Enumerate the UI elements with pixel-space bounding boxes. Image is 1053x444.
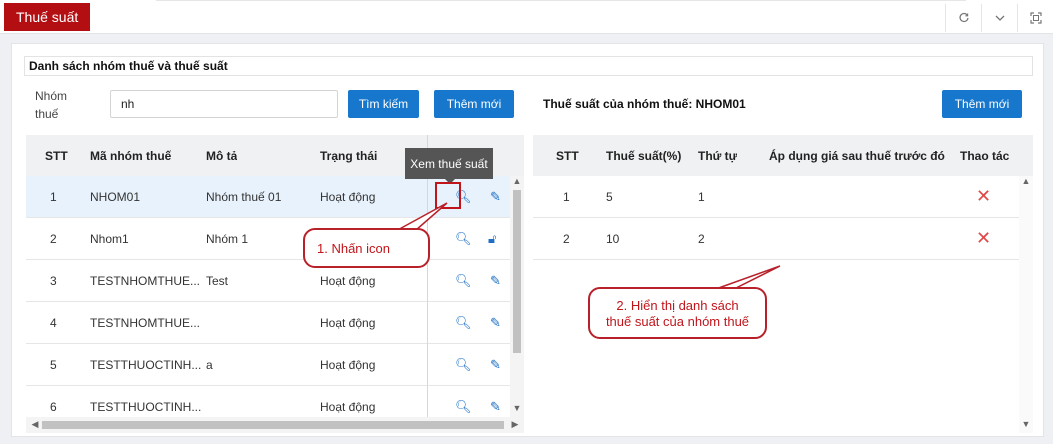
section-title: Danh sách nhóm thuế và thuế suất <box>24 56 1033 76</box>
row-rate: 5 <box>606 189 613 204</box>
tax-rate-table: STT Thuế suất(%) Thứ tự Áp dụng giá sau … <box>533 135 1033 433</box>
row-order: 2 <box>698 231 705 246</box>
table-row[interactable]: 2 Nhom1 Nhóm 1 🔍︎ 🔓︎ <box>26 218 510 260</box>
scroll-right-icon[interactable]: ▶ <box>508 419 522 430</box>
annotation-highlight-box <box>435 182 461 209</box>
view-tax-rate-search-icon[interactable]: 🔍︎ <box>455 302 472 343</box>
fullscreen-icon[interactable] <box>1017 4 1053 32</box>
delete-icon[interactable]: ✕ <box>976 176 991 217</box>
column-header-code: Mã nhóm thuế <box>90 148 172 163</box>
column-header-rate: Thuế suất(%) <box>606 148 682 163</box>
view-tax-rate-search-icon[interactable]: 🔍︎ <box>455 218 472 259</box>
row-stt: 4 <box>50 315 57 330</box>
scroll-up-icon[interactable]: ▲ <box>510 176 524 186</box>
edit-icon[interactable]: ✎ <box>490 344 501 385</box>
scroll-up-icon[interactable]: ▲ <box>1019 176 1033 186</box>
row-order: 1 <box>698 189 705 204</box>
scrollbar-thumb[interactable] <box>513 190 521 353</box>
delete-icon[interactable]: ✕ <box>976 218 991 259</box>
chevron-down-icon[interactable] <box>981 4 1017 32</box>
edit-icon[interactable]: ✎ <box>490 176 501 217</box>
column-header-stt: STT <box>556 148 579 163</box>
window-tools <box>945 4 1053 32</box>
row-stt: 2 <box>563 231 570 246</box>
row-stt: 2 <box>50 231 57 246</box>
row-code: TESTTHUOCTINH... <box>90 357 202 372</box>
filter-label: Nhóm thuế <box>35 89 68 121</box>
row-status: Hoạt động <box>320 357 376 372</box>
vertical-scrollbar[interactable]: ▲ ▼ <box>1019 176 1033 433</box>
add-tax-group-button[interactable]: Thêm mới <box>434 90 514 118</box>
annotation-step-1: 1. Nhấn icon <box>303 228 430 268</box>
vertical-scrollbar[interactable]: ▲ ▼ <box>510 176 524 417</box>
scroll-left-icon[interactable]: ◀ <box>28 419 42 430</box>
table-row[interactable]: 4 TESTNHOMTHUE... Hoạt động 🔍︎ ✎ <box>26 302 510 344</box>
tax-panel: Danh sách nhóm thuế và thuế suất Nhóm th… <box>11 43 1044 437</box>
column-header-stt: STT <box>45 148 68 163</box>
row-stt: 1 <box>563 189 570 204</box>
tab-bar-divider <box>156 0 966 3</box>
scroll-down-icon[interactable]: ▼ <box>510 403 524 413</box>
column-header-description: Mô tả <box>206 148 238 163</box>
scroll-down-icon[interactable]: ▼ <box>1019 419 1033 429</box>
column-header-actions: Thao tác <box>960 148 1010 163</box>
horizontal-scrollbar[interactable]: ◀ ▶ <box>26 417 524 433</box>
top-tab-bar: Thuế suất <box>0 0 1053 34</box>
annotation-step-2-line-1: 2. Hiển thị danh sách <box>616 298 739 313</box>
row-status: Hoạt động <box>320 315 376 330</box>
scrollbar-thumb[interactable] <box>42 421 504 429</box>
row-rate: 10 <box>606 231 620 246</box>
tax-rate-panel-title: Thuế suất của nhóm thuế: NHOM01 <box>543 97 746 111</box>
table-row[interactable]: 2 10 2 ✕ <box>533 218 1019 260</box>
row-stt: 1 <box>50 189 57 204</box>
tax-group-search-input[interactable] <box>110 90 338 118</box>
actions-column-divider <box>427 135 428 433</box>
edit-icon[interactable]: ✎ <box>490 260 501 301</box>
column-header-apply-previous-price: Áp dụng giá sau thuế trước đó <box>769 148 945 163</box>
table-row[interactable]: 1 5 1 ✕ <box>533 176 1019 218</box>
search-button[interactable]: Tìm kiếm <box>348 90 419 118</box>
row-code: Nhom1 <box>90 231 129 246</box>
table-header: STT Thuế suất(%) Thứ tự Áp dụng giá sau … <box>533 135 1033 176</box>
tooltip: Xem thuế suất <box>405 148 493 184</box>
table-row[interactable]: 3 TESTNHOMTHUE... Test Hoạt động 🔍︎ ✎ <box>26 260 510 302</box>
row-description: Nhóm thuế 01 <box>206 189 282 204</box>
table-row[interactable]: 5 TESTTHUOCTINH... a Hoạt động 🔍︎ ✎ <box>26 344 510 386</box>
view-tax-rate-search-icon[interactable]: 🔍︎ <box>455 260 472 301</box>
column-header-order: Thứ tự <box>698 148 738 163</box>
annotation-step-2-line-2: thuế suất của nhóm thuế <box>605 314 750 329</box>
tab-thue-suat[interactable]: Thuế suất <box>4 3 91 31</box>
view-tax-rate-search-icon[interactable]: 🔍︎ <box>455 344 472 385</box>
row-description: a <box>206 357 213 372</box>
edit-icon[interactable]: ✎ <box>490 302 501 343</box>
row-description: Test <box>206 273 229 288</box>
row-code: NHOM01 <box>90 189 141 204</box>
row-description: Nhóm 1 <box>206 231 249 246</box>
row-code: TESTNHOMTHUE... <box>90 315 200 330</box>
row-stt: 5 <box>50 357 57 372</box>
unlock-icon[interactable]: 🔓︎ <box>488 218 496 259</box>
column-header-status: Trạng thái <box>320 148 378 163</box>
row-status: Hoạt động <box>320 189 376 204</box>
refresh-icon[interactable] <box>945 4 981 32</box>
row-stt: 3 <box>50 273 57 288</box>
annotation-step-2: 2. Hiển thị danh sách thuế suất của nhóm… <box>588 287 767 339</box>
row-code: TESTNHOMTHUE... <box>90 273 200 288</box>
add-tax-rate-button[interactable]: Thêm mới <box>942 90 1022 118</box>
